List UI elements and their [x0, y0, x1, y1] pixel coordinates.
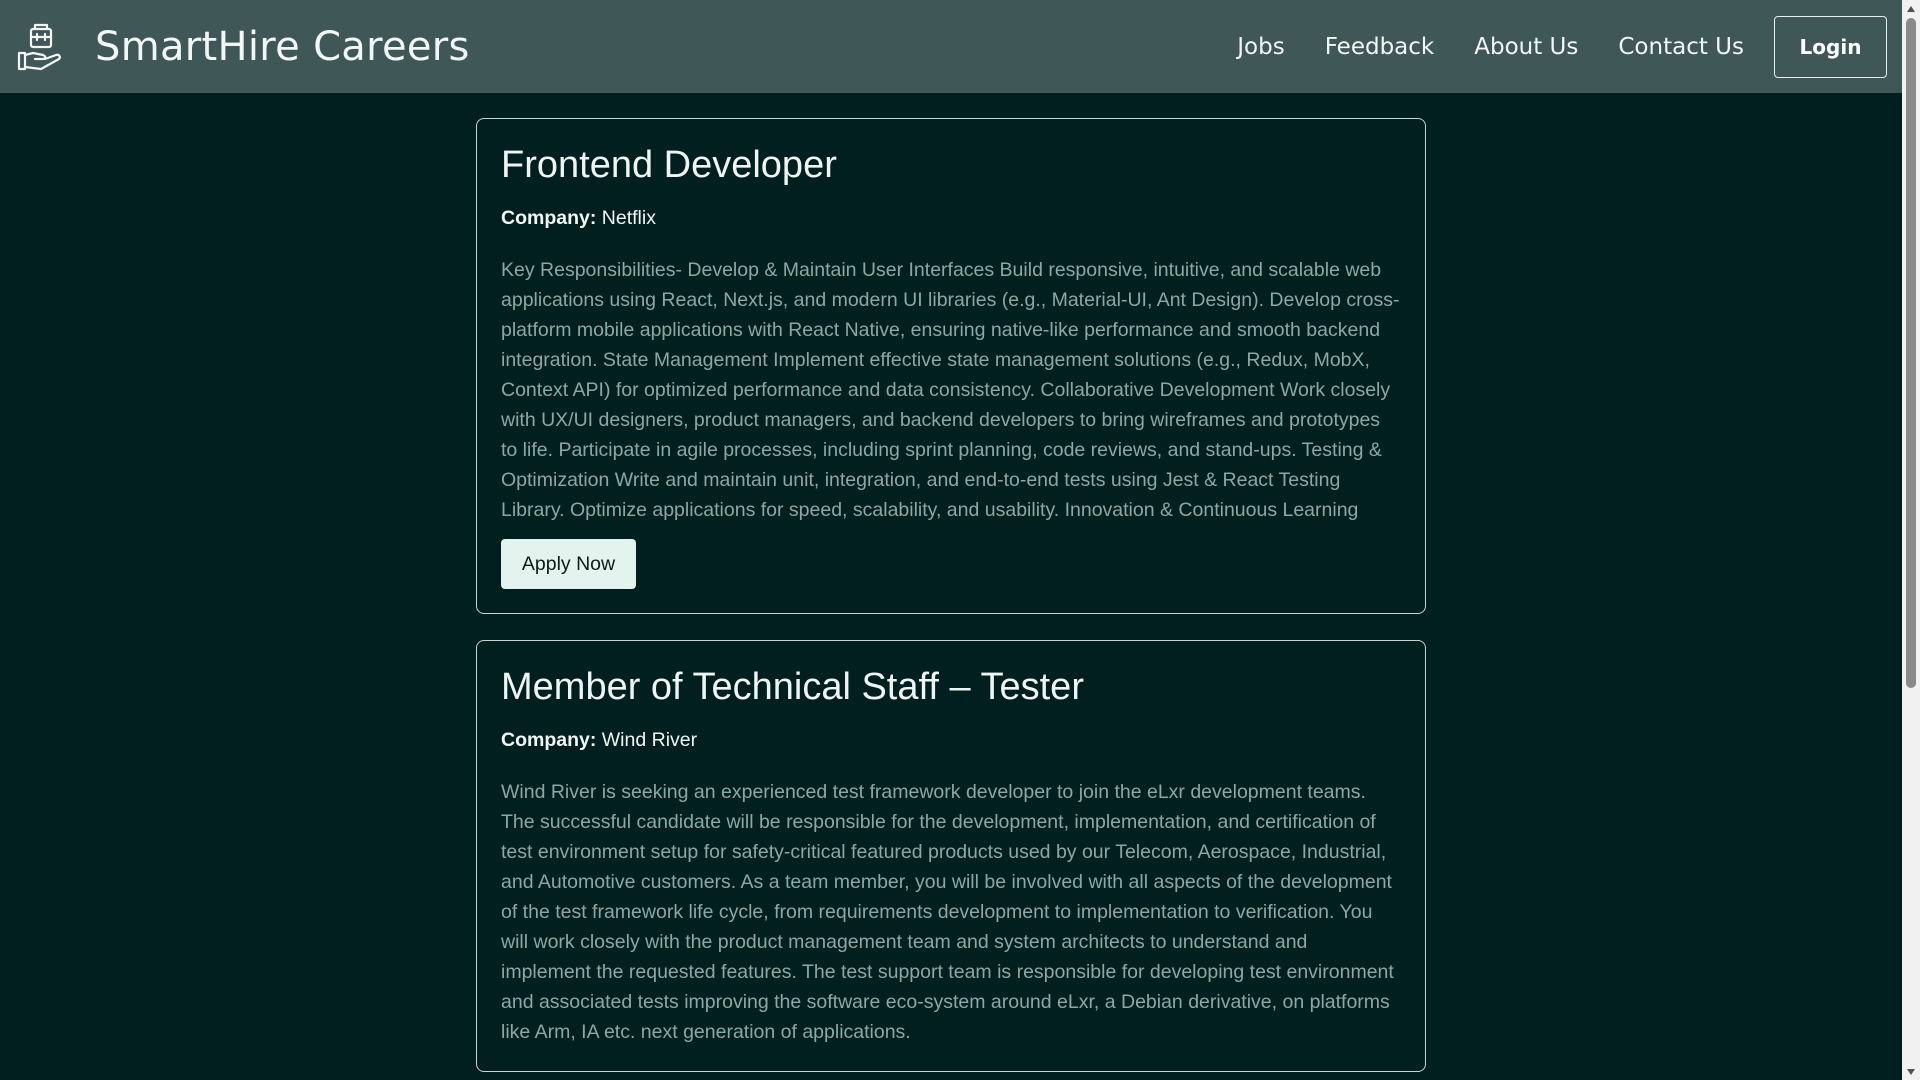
job-description: Key Responsibilities- Develop & Maintain…	[501, 259, 1400, 521]
company-line: Company: Netflix	[501, 206, 1401, 230]
login-button[interactable]: Login	[1774, 15, 1887, 78]
company-line: Company: Wind River	[501, 728, 1401, 752]
brand[interactable]: SmartHire Careers	[17, 21, 470, 73]
briefcase-hand-icon	[17, 21, 63, 73]
company-label: Company:	[501, 729, 597, 751]
apply-now-button[interactable]: Apply Now	[501, 539, 636, 589]
nav-links: Jobs Feedback About Us Contact Us Login	[1237, 0, 1887, 93]
job-card: Member of Technical Staff – Tester Compa…	[476, 640, 1426, 1072]
nav-item-feedback[interactable]: Feedback	[1325, 34, 1435, 60]
job-title: Frontend Developer	[501, 144, 837, 186]
scroll-up-arrow-icon[interactable]	[1902, 0, 1920, 17]
brand-name: SmartHire Careers	[95, 23, 470, 70]
scrollbar-thumb[interactable]	[1906, 18, 1916, 688]
job-title: Member of Technical Staff – Tester	[501, 666, 1084, 708]
job-description: Wind River is seeking an experienced tes…	[501, 781, 1394, 1043]
nav-item-about-us[interactable]: About Us	[1474, 34, 1578, 60]
job-card: Frontend Developer Company: Netflix Key …	[476, 118, 1426, 614]
company-label: Company:	[501, 207, 597, 229]
company-name: Netflix	[601, 207, 656, 229]
nav-item-contact-us[interactable]: Contact Us	[1618, 34, 1744, 60]
job-list: Frontend Developer Company: Netflix Key …	[476, 118, 1426, 1080]
company-name: Wind River	[601, 729, 698, 751]
top-navbar: SmartHire Careers Jobs Feedback About Us…	[0, 0, 1902, 93]
vertical-scrollbar[interactable]	[1902, 0, 1920, 1080]
scroll-down-arrow-icon[interactable]	[1902, 1063, 1920, 1080]
nav-item-jobs[interactable]: Jobs	[1237, 34, 1284, 60]
